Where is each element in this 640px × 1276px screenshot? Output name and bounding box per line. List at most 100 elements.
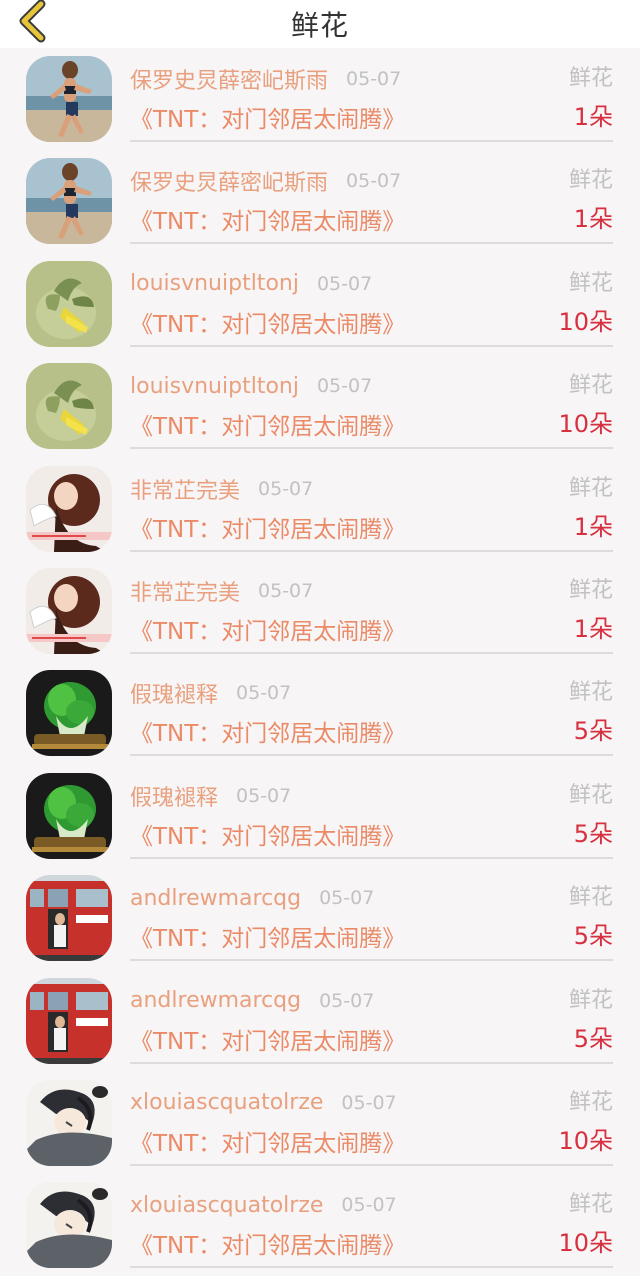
username[interactable]: 假瑰褪释 xyxy=(130,780,218,812)
gift-type: 鲜花 xyxy=(568,1089,613,1115)
record-detail: 《TNT：对门邻居太闹腾》 5朵 xyxy=(130,919,613,953)
gift-quantity: 10朵 xyxy=(558,410,613,439)
work-title[interactable]: 《TNT：对门邻居太闹腾》 xyxy=(130,612,405,646)
leaf-photo xyxy=(26,260,112,347)
list-item[interactable]: andlrewmarcqg 05-07 鲜花 《TNT：对门邻居太闹腾》 5朵 xyxy=(0,970,640,1072)
record-detail: 《TNT：对门邻居太闹腾》 5朵 xyxy=(130,817,613,851)
top-bar: 鲜花 xyxy=(0,0,640,48)
list-item[interactable]: 假瑰褪释 05-07 鲜花 《TNT：对门邻居太闹腾》 5朵 xyxy=(0,765,640,867)
username[interactable]: 非常芷完美 xyxy=(130,575,240,607)
record-date: 05-07 xyxy=(258,579,314,602)
runner-photo xyxy=(26,158,112,245)
work-title[interactable]: 《TNT：对门邻居太闹腾》 xyxy=(130,817,405,851)
username[interactable]: louisvnuiptltonj xyxy=(130,271,299,296)
list-item[interactable]: xlouiascquatolrze 05-07 鲜花 《TNT：对门邻居太闹腾》… xyxy=(0,1174,640,1276)
list-item[interactable]: xlouiascquatolrze 05-07 鲜花 《TNT：对门邻居太闹腾》… xyxy=(0,1072,640,1174)
record-date: 05-07 xyxy=(316,375,373,398)
avatar[interactable] xyxy=(26,670,112,757)
work-title[interactable]: 《TNT：对门邻居太闹腾》 xyxy=(130,1124,405,1158)
red-bus-photo xyxy=(26,875,112,962)
username[interactable]: 假瑰褪释 xyxy=(130,677,218,709)
gift-quantity: 10朵 xyxy=(558,1126,613,1155)
runner-photo xyxy=(26,56,112,142)
back-button[interactable] xyxy=(10,0,54,44)
avatar[interactable] xyxy=(26,1182,112,1269)
work-title[interactable]: 《TNT：对门邻居太闹腾》 xyxy=(130,510,405,544)
leaf-photo xyxy=(26,363,112,450)
record-date: 05-07 xyxy=(316,272,373,295)
username[interactable]: xlouiascquatolrze xyxy=(130,1193,323,1218)
chevron-left-icon xyxy=(19,0,46,43)
gift-type: 鲜花 xyxy=(568,270,613,296)
jade-cabbage-photo xyxy=(26,772,112,859)
gift-quantity: 1朵 xyxy=(573,614,613,643)
record-detail: 《TNT：对门邻居太闹腾》 1朵 xyxy=(130,100,613,134)
work-title[interactable]: 《TNT：对门邻居太闹腾》 xyxy=(130,919,405,953)
gift-quantity: 10朵 xyxy=(558,307,613,336)
record-detail: 《TNT：对门邻居太闹腾》 5朵 xyxy=(130,1022,613,1056)
work-title[interactable]: 《TNT：对门邻居太闹腾》 xyxy=(130,1226,405,1260)
record-detail: 《TNT：对门邻居太闹腾》 1朵 xyxy=(130,510,613,544)
record-content: louisvnuiptltonj 05-07 鲜花 《TNT：对门邻居太闹腾》 … xyxy=(130,355,613,450)
record-meta: 保罗史炅薛密屺斯雨 05-07 鲜花 xyxy=(130,164,613,198)
record-date: 05-07 xyxy=(319,887,375,910)
record-meta: 非常芷完美 05-07 鲜花 xyxy=(130,574,613,608)
record-detail: 《TNT：对门邻居太闹腾》 1朵 xyxy=(130,202,613,236)
list-item[interactable]: 保罗史炅薛密屺斯雨 05-07 鲜花 《TNT：对门邻居太闹腾》 1朵 xyxy=(0,48,640,150)
gift-type: 鲜花 xyxy=(568,987,613,1013)
record-detail: 《TNT：对门邻居太闹腾》 5朵 xyxy=(130,714,613,748)
record-date: 05-07 xyxy=(346,68,402,90)
record-content: andlrewmarcqg 05-07 鲜花 《TNT：对门邻居太闹腾》 5朵 xyxy=(130,970,613,1064)
list-item[interactable]: 非常芷完美 05-07 鲜花 《TNT：对门邻居太闹腾》 1朵 xyxy=(0,560,640,662)
username[interactable]: 保罗史炅薛密屺斯雨 xyxy=(130,63,328,95)
gift-quantity: 5朵 xyxy=(573,819,613,848)
record-date: 05-07 xyxy=(346,170,402,193)
avatar[interactable] xyxy=(26,567,112,654)
gift-type: 鲜花 xyxy=(568,680,613,706)
gift-type: 鲜花 xyxy=(568,885,613,911)
anime-boy-illustration xyxy=(26,1182,112,1269)
username[interactable]: andlrewmarcqg xyxy=(130,988,301,1013)
list-item[interactable]: louisvnuiptltonj 05-07 鲜花 《TNT：对门邻居太闹腾》 … xyxy=(0,355,640,457)
record-content: 非常芷完美 05-07 鲜花 《TNT：对门邻居太闹腾》 1朵 xyxy=(130,458,613,552)
username[interactable]: andlrewmarcqg xyxy=(130,886,301,911)
record-meta: xlouiascquatolrze 05-07 鲜花 xyxy=(130,1188,613,1222)
record-content: xlouiascquatolrze 05-07 鲜花 《TNT：对门邻居太闹腾》… xyxy=(130,1174,613,1269)
record-meta: xlouiascquatolrze 05-07 鲜花 xyxy=(130,1086,613,1120)
avatar[interactable] xyxy=(26,56,112,142)
gift-quantity: 5朵 xyxy=(573,1024,613,1053)
gift-type: 鲜花 xyxy=(568,577,613,603)
avatar[interactable] xyxy=(26,977,112,1064)
avatar[interactable] xyxy=(26,363,112,450)
avatar[interactable] xyxy=(26,1079,112,1166)
record-meta: 非常芷完美 05-07 鲜花 xyxy=(130,472,613,506)
avatar[interactable] xyxy=(26,158,112,245)
work-title[interactable]: 《TNT：对门邻居太闹腾》 xyxy=(130,1022,405,1056)
avatar[interactable] xyxy=(26,772,112,859)
work-title[interactable]: 《TNT：对门邻居太闹腾》 xyxy=(130,100,405,134)
avatar[interactable] xyxy=(26,465,112,552)
work-title[interactable]: 《TNT：对门邻居太闹腾》 xyxy=(130,305,405,339)
username[interactable]: 保罗史炅薛密屺斯雨 xyxy=(130,165,328,197)
work-title[interactable]: 《TNT：对门邻居太闹腾》 xyxy=(130,407,405,441)
gift-type: 鲜花 xyxy=(568,782,613,808)
list-item[interactable]: louisvnuiptltonj 05-07 鲜花 《TNT：对门邻居太闹腾》 … xyxy=(0,253,640,355)
record-content: 假瑰褪释 05-07 鲜花 《TNT：对门邻居太闹腾》 5朵 xyxy=(130,662,613,757)
gift-quantity: 1朵 xyxy=(573,103,613,131)
username[interactable]: 非常芷完美 xyxy=(130,473,240,505)
username[interactable]: xlouiascquatolrze xyxy=(130,1090,323,1115)
work-title[interactable]: 《TNT：对门邻居太闹腾》 xyxy=(130,202,405,236)
anime-boy-illustration xyxy=(26,1079,112,1166)
record-content: 假瑰褪释 05-07 鲜花 《TNT：对门邻居太闹腾》 5朵 xyxy=(130,765,613,859)
avatar[interactable] xyxy=(26,875,112,962)
record-detail: 《TNT：对门邻居太闹腾》 1朵 xyxy=(130,612,613,646)
avatar[interactable] xyxy=(26,260,112,347)
list-item[interactable]: 保罗史炅薛密屺斯雨 05-07 鲜花 《TNT：对门邻居太闹腾》 1朵 xyxy=(0,150,640,252)
list-item[interactable]: 假瑰褪释 05-07 鲜花 《TNT：对门邻居太闹腾》 5朵 xyxy=(0,662,640,764)
record-content: xlouiascquatolrze 05-07 鲜花 《TNT：对门邻居太闹腾》… xyxy=(130,1072,613,1166)
gift-type: 鲜花 xyxy=(568,475,613,501)
list-item[interactable]: andlrewmarcqg 05-07 鲜花 《TNT：对门邻居太闹腾》 5朵 xyxy=(0,867,640,969)
username[interactable]: louisvnuiptltonj xyxy=(130,374,299,399)
work-title[interactable]: 《TNT：对门邻居太闹腾》 xyxy=(130,714,405,748)
list-item[interactable]: 非常芷完美 05-07 鲜花 《TNT：对门邻居太闹腾》 1朵 xyxy=(0,458,640,560)
